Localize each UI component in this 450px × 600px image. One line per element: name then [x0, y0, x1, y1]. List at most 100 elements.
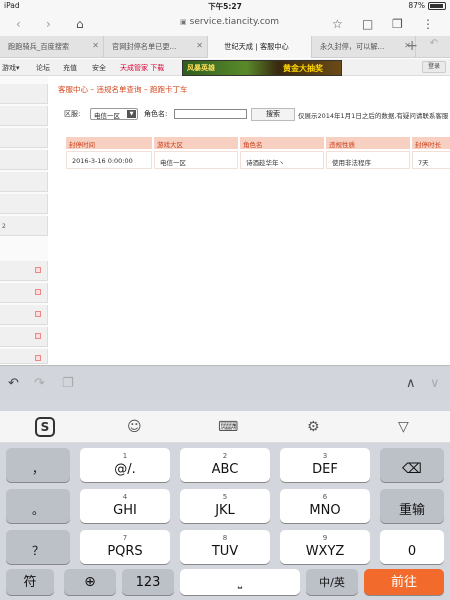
plus-icon — [35, 355, 41, 361]
keyboard-icon[interactable]: ⌨ — [218, 419, 238, 435]
globe-key[interactable]: ⊕ — [64, 569, 116, 595]
gear-icon[interactable]: ⚙ — [307, 419, 320, 435]
globe-icon: ⊕ — [84, 574, 96, 590]
sidebar-item[interactable] — [0, 194, 48, 214]
cell-ban-time: 2016-3-16 0:00:00 — [66, 151, 152, 169]
sidebar-item[interactable] — [0, 150, 48, 170]
paste-icon[interactable]: ❐ — [62, 376, 74, 391]
chevron-up-icon[interactable]: ∧ — [406, 376, 416, 391]
back-icon[interactable]: ‹ — [16, 16, 21, 32]
col-header: 封停时间 — [66, 137, 152, 149]
numbers-key[interactable]: 123 — [122, 569, 174, 595]
backspace-key[interactable]: ⌫ — [380, 448, 444, 482]
region-label: 区服: — [64, 110, 81, 118]
sidebar-item[interactable]: 2 — [0, 216, 48, 236]
ad-banner[interactable]: 风暴英雄 黄金大抽奖 — [182, 60, 342, 76]
plus-icon — [35, 333, 41, 339]
home-icon[interactable]: ⌂ — [76, 16, 84, 32]
space-icon: ⎵ — [237, 576, 243, 589]
sidebar: 2 — [0, 76, 48, 364]
key-period[interactable]: 。 — [6, 489, 70, 523]
role-input[interactable] — [174, 109, 247, 119]
sidebar-item[interactable] — [0, 349, 48, 364]
search-button[interactable]: 搜索 — [251, 108, 295, 121]
role-label: 角色名: — [144, 110, 168, 118]
chevron-down-icon: ▼ — [127, 110, 136, 118]
symbol-key[interactable]: 符 — [6, 569, 54, 595]
sidebar-item[interactable] — [0, 128, 48, 148]
key-3[interactable]: 3 DEF — [280, 448, 370, 482]
url-text: service.tiancity.com — [189, 17, 280, 27]
table-header: 封停时间 游戏大区 角色名 违规性质 封停时长 — [66, 137, 450, 149]
tab-strip: 跑跑骑兵_百度搜索 ✕ 官网封停名单已更... ✕ 世纪天成 | 客服中心 永久… — [0, 36, 450, 58]
book-icon[interactable]: □ — [362, 16, 373, 32]
key-5[interactable]: 5 JKL — [180, 489, 270, 523]
banner-text: 黄金大抽奖 — [283, 64, 323, 73]
key-1[interactable]: 1 @/. — [80, 448, 170, 482]
sidebar-item[interactable] — [0, 172, 48, 192]
space-key[interactable]: ⎵ — [180, 569, 300, 595]
key-0[interactable]: 0 — [380, 530, 444, 564]
menu-icon[interactable]: ⋮ — [422, 16, 434, 32]
nav-games[interactable]: 游戏▾ — [2, 63, 20, 73]
backspace-icon: ⌫ — [402, 461, 422, 477]
browser-toolbar: ‹ › ⌂ ▣ service.tiancity.com ☆ □ ❐ ⋮ — [0, 12, 450, 36]
keyboard-accessory-bar: ↶ ↷ ❐ ∧ ∨ — [0, 365, 450, 401]
chevron-down-icon[interactable]: ∨ — [430, 376, 440, 391]
close-icon[interactable]: ✕ — [196, 41, 203, 50]
tab-label: 官网封停名单已更... — [112, 42, 177, 51]
key-2[interactable]: 2 ABC — [180, 448, 270, 482]
sidebar-item[interactable] — [0, 84, 48, 104]
nav-recharge[interactable]: 充值 — [63, 63, 77, 73]
tab-3[interactable]: 永久封停，可以解... ✕ — [312, 36, 416, 58]
emoji-icon[interactable]: ☺ — [127, 419, 142, 435]
forward-icon[interactable]: › — [46, 16, 51, 32]
key-6[interactable]: 6 MNO — [280, 489, 370, 523]
new-tab-icon[interactable]: + — [406, 36, 418, 56]
undo-icon[interactable]: ↶ — [8, 376, 19, 391]
undo-icon[interactable]: ↶ — [430, 38, 438, 49]
tabs-icon[interactable]: ❐ — [392, 16, 403, 32]
close-icon[interactable]: ✕ — [92, 41, 99, 50]
key-4[interactable]: 4 GHI — [80, 489, 170, 523]
col-header: 角色名 — [240, 137, 324, 149]
login-button[interactable]: 登录 — [422, 61, 446, 73]
hide-keyboard-icon[interactable]: ▽ — [398, 419, 409, 435]
key-question[interactable]: ？ — [6, 530, 70, 564]
tab-label: 世纪天成 | 客服中心 — [224, 42, 289, 51]
nav-security[interactable]: 安全 — [92, 63, 106, 73]
cell-role: 诗酒趁华年丶 — [240, 151, 324, 169]
cell-region: 电信一区 — [154, 151, 238, 169]
sidebar-item[interactable] — [0, 106, 48, 126]
reset-key[interactable]: 重输 — [380, 489, 444, 523]
lang-switch-key[interactable]: 中/英 — [306, 569, 358, 595]
banner-logo: 风暴英雄 — [187, 64, 215, 72]
key-comma[interactable]: ， — [6, 448, 70, 482]
sidebar-item[interactable] — [0, 305, 48, 325]
sogou-logo-icon[interactable]: S — [35, 417, 55, 437]
plus-icon — [35, 267, 41, 273]
key-7[interactable]: 7 PQRS — [80, 530, 170, 564]
battery-percent: 87% — [408, 1, 425, 10]
clock: 下午5:27 — [208, 2, 242, 11]
tab-2[interactable]: 世纪天成 | 客服中心 — [208, 36, 312, 58]
go-key[interactable]: 前往 — [364, 569, 444, 595]
nav-promo[interactable]: 天成管家 下载 — [120, 63, 164, 73]
redo-icon[interactable]: ↷ — [34, 376, 45, 391]
key-9[interactable]: 9 WXYZ — [280, 530, 370, 564]
sidebar-item[interactable] — [0, 327, 48, 347]
col-header: 封停时长 — [412, 137, 450, 149]
region-select[interactable]: 电信一区 ▼ — [90, 108, 138, 120]
keyboard: S ☺ ⌨ ⚙ ▽ ， 1 @/. 2 ABC 3 DEF ⌫ 。 4 GHI 5 JKL… — [0, 401, 450, 600]
cell-duration: 7天 — [412, 151, 450, 169]
tab-1[interactable]: 官网封停名单已更... ✕ — [104, 36, 208, 58]
nav-forum[interactable]: 论坛 — [36, 63, 50, 73]
tab-0[interactable]: 跑跑骑兵_百度搜索 ✕ — [0, 36, 104, 58]
key-8[interactable]: 8 TUV — [180, 530, 270, 564]
region-value: 电信一区 — [94, 112, 120, 120]
address-bar[interactable]: ▣ service.tiancity.com — [180, 17, 279, 27]
sidebar-item[interactable] — [0, 261, 48, 281]
sidebar-item[interactable] — [0, 283, 48, 303]
col-header: 游戏大区 — [154, 137, 238, 149]
bookmark-star-icon[interactable]: ☆ — [332, 16, 343, 32]
